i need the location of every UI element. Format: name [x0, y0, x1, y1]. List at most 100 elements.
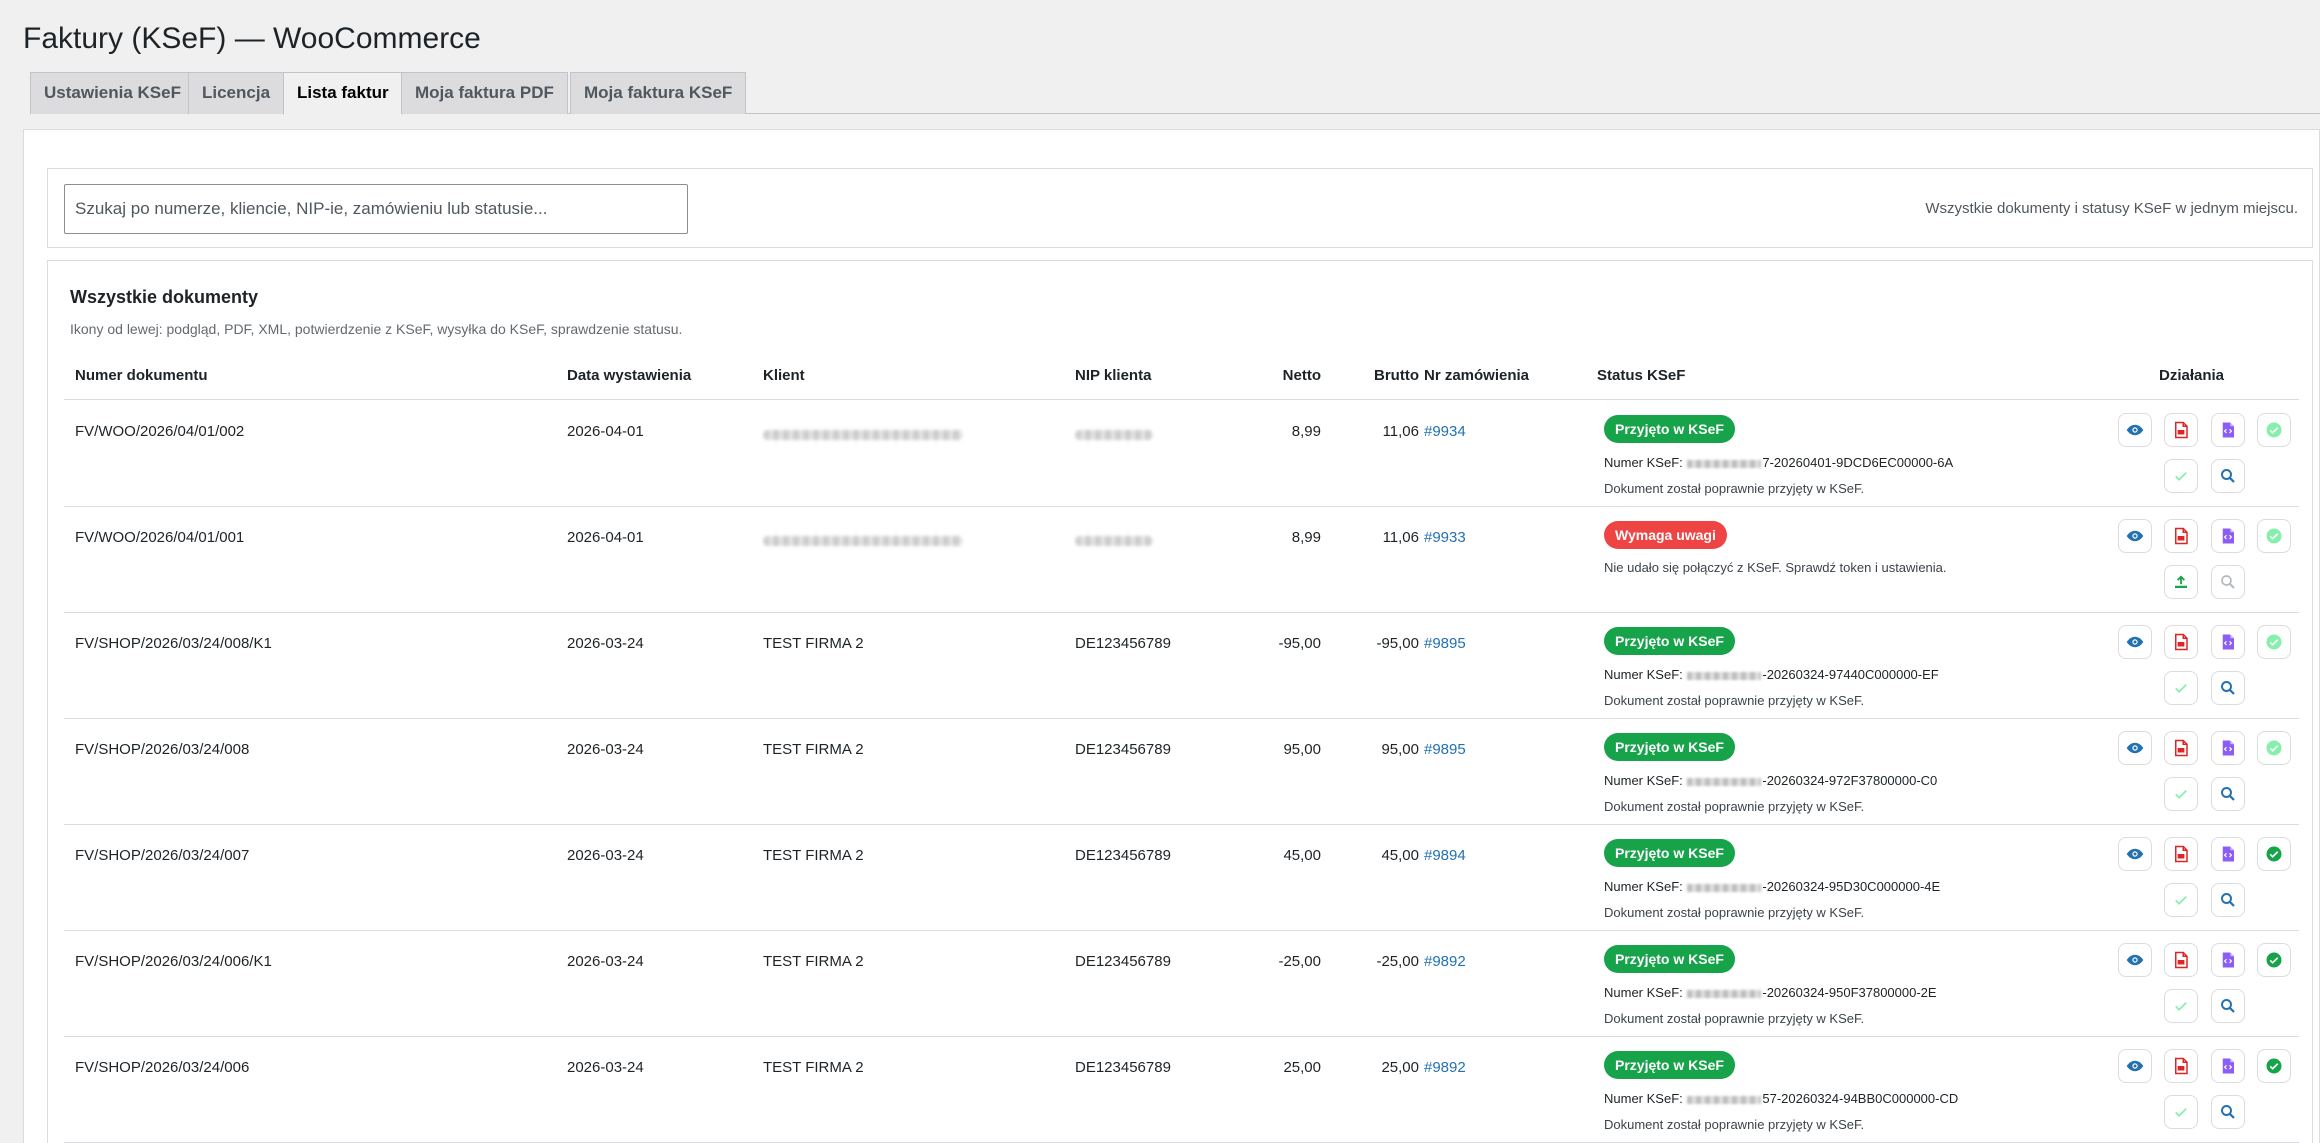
net-amount: 8,99 — [1291, 529, 1321, 546]
ksef-number-value: -20260324-97440C000000-EF — [1762, 667, 1939, 682]
send-to-ksef-icon — [2172, 573, 2190, 591]
ksef-confirmation-button[interactable] — [2257, 837, 2291, 871]
ksef-confirmation-button[interactable] — [2257, 625, 2291, 659]
check-status-icon — [2219, 679, 2237, 697]
order-link[interactable]: #9895 — [1424, 741, 1466, 758]
send-to-ksef-button[interactable] — [2164, 565, 2198, 599]
client-nip: DE123456789 — [1075, 1059, 1171, 1076]
tab-moja-faktura-pdf[interactable]: Moja faktura PDF — [401, 72, 568, 114]
status-badge: Wymaga uwagi — [1604, 521, 1727, 549]
status-message: Nie udało się połączyć z KSeF. Sprawdź t… — [1604, 560, 1947, 575]
ksef-confirmation-button[interactable] — [2257, 731, 2291, 765]
column-header-status: Status KSeF — [1597, 367, 1686, 384]
view-button[interactable] — [2118, 413, 2152, 447]
pdf-button[interactable] — [2164, 943, 2198, 977]
xml-button[interactable] — [2211, 943, 2245, 977]
pdf-button[interactable] — [2164, 625, 2198, 659]
pdf-button[interactable] — [2164, 519, 2198, 553]
net-amount: 45,00 — [1283, 847, 1321, 864]
xml-button[interactable] — [2211, 731, 2245, 765]
send-to-ksef-button[interactable] — [2164, 671, 2198, 705]
view-button[interactable] — [2118, 837, 2152, 871]
check-status-button[interactable] — [2211, 1095, 2245, 1129]
xml-icon — [2219, 527, 2237, 545]
view-button[interactable] — [2118, 625, 2152, 659]
send-to-ksef-button[interactable] — [2164, 459, 2198, 493]
send-to-ksef-button[interactable] — [2164, 1095, 2198, 1129]
view-button[interactable] — [2118, 519, 2152, 553]
pdf-button[interactable] — [2164, 413, 2198, 447]
order-link[interactable]: #9894 — [1424, 847, 1466, 864]
client-nip: DE123456789 — [1075, 847, 1171, 864]
net-amount: 8,99 — [1291, 423, 1321, 440]
status-badge: Przyjęto w KSeF — [1604, 733, 1735, 761]
send-to-ksef-button[interactable] — [2164, 883, 2198, 917]
check-status-button[interactable] — [2211, 777, 2245, 811]
column-header-actions: Działania — [2159, 367, 2225, 384]
document-number: FV/SHOP/2026/03/24/007 — [75, 847, 250, 864]
tab-ustawienia-ksef[interactable]: Ustawienia KSeF — [30, 72, 195, 114]
check-status-button[interactable] — [2211, 989, 2245, 1023]
send-to-ksef-icon — [2172, 997, 2190, 1015]
ksef-confirmation-button[interactable] — [2257, 519, 2291, 553]
xml-button[interactable] — [2211, 1049, 2245, 1083]
table-row: FV/WOO/2026/04/01/002 2026-04-01 8,99 11… — [64, 401, 2299, 507]
check-status-icon — [2219, 785, 2237, 803]
table-row: FV/WOO/2026/04/01/001 2026-04-01 8,99 11… — [64, 507, 2299, 613]
search-input[interactable] — [64, 184, 688, 234]
order-link[interactable]: #9892 — [1424, 953, 1466, 970]
table-row: FV/SHOP/2026/03/24/006/K1 2026-03-24 TES… — [64, 931, 2299, 1037]
check-status-icon — [2219, 1103, 2237, 1121]
order-link[interactable]: #9895 — [1424, 635, 1466, 652]
status-badge: Przyjęto w KSeF — [1604, 415, 1735, 443]
xml-button[interactable] — [2211, 837, 2245, 871]
view-button[interactable] — [2118, 1049, 2152, 1083]
issue-date: 2026-03-24 — [567, 1059, 644, 1076]
view-button[interactable] — [2118, 943, 2152, 977]
order-link[interactable]: #9933 — [1424, 529, 1466, 546]
check-status-button[interactable] — [2211, 459, 2245, 493]
xml-button[interactable] — [2211, 413, 2245, 447]
status-message: Dokument został poprawnie przyjęty w KSe… — [1604, 905, 1865, 920]
pdf-button[interactable] — [2164, 1049, 2198, 1083]
client-name: TEST FIRMA 2 — [763, 847, 864, 864]
net-amount: 95,00 — [1283, 741, 1321, 758]
ksef-confirmation-button[interactable] — [2257, 943, 2291, 977]
header-divider — [64, 399, 2299, 400]
send-to-ksef-icon — [2172, 891, 2190, 909]
ksef-confirmation-icon — [2265, 739, 2283, 757]
client-nip-redacted — [1075, 536, 1153, 546]
order-link[interactable]: #9892 — [1424, 1059, 1466, 1076]
view-icon — [2126, 421, 2144, 439]
view-icon — [2126, 845, 2144, 863]
gross-amount: -95,00 — [1376, 635, 1419, 652]
status-message: Dokument został poprawnie przyjęty w KSe… — [1604, 481, 1865, 496]
send-to-ksef-button[interactable] — [2164, 989, 2198, 1023]
xml-button[interactable] — [2211, 625, 2245, 659]
pdf-button[interactable] — [2164, 837, 2198, 871]
tab-moja-faktura-ksef[interactable]: Moja faktura KSeF — [570, 72, 747, 114]
xml-button[interactable] — [2211, 519, 2245, 553]
client-name: TEST FIRMA 2 — [763, 1059, 864, 1076]
send-to-ksef-button[interactable] — [2164, 777, 2198, 811]
ksef-number-value: -20260324-972F37800000-C0 — [1762, 773, 1938, 788]
pdf-button[interactable] — [2164, 731, 2198, 765]
ksef-confirmation-button[interactable] — [2257, 413, 2291, 447]
check-status-button[interactable] — [2211, 671, 2245, 705]
view-icon — [2126, 739, 2144, 757]
ksef-number: Numer KSeF: -20260324-95D30C000000-4E — [1604, 879, 1940, 894]
status-badge: Przyjęto w KSeF — [1604, 839, 1735, 867]
documents-card: Wszystkie dokumenty Ikony od lewej: podg… — [47, 260, 2313, 1143]
tab-lista-faktur[interactable]: Lista faktur — [283, 72, 403, 115]
xml-icon — [2219, 633, 2237, 651]
ksef-confirmation-button[interactable] — [2257, 1049, 2291, 1083]
ksef-number-redacted — [1687, 459, 1762, 468]
check-status-button[interactable] — [2211, 565, 2245, 599]
ksef-number-label: Numer KSeF: — [1604, 1091, 1683, 1106]
ksef-number-value: 57-20260324-94BB0C000000-CD — [1762, 1091, 1959, 1106]
check-status-button[interactable] — [2211, 883, 2245, 917]
tab-licencja[interactable]: Licencja — [188, 72, 285, 114]
order-link[interactable]: #9934 — [1424, 423, 1466, 440]
view-icon — [2126, 633, 2144, 651]
view-button[interactable] — [2118, 731, 2152, 765]
